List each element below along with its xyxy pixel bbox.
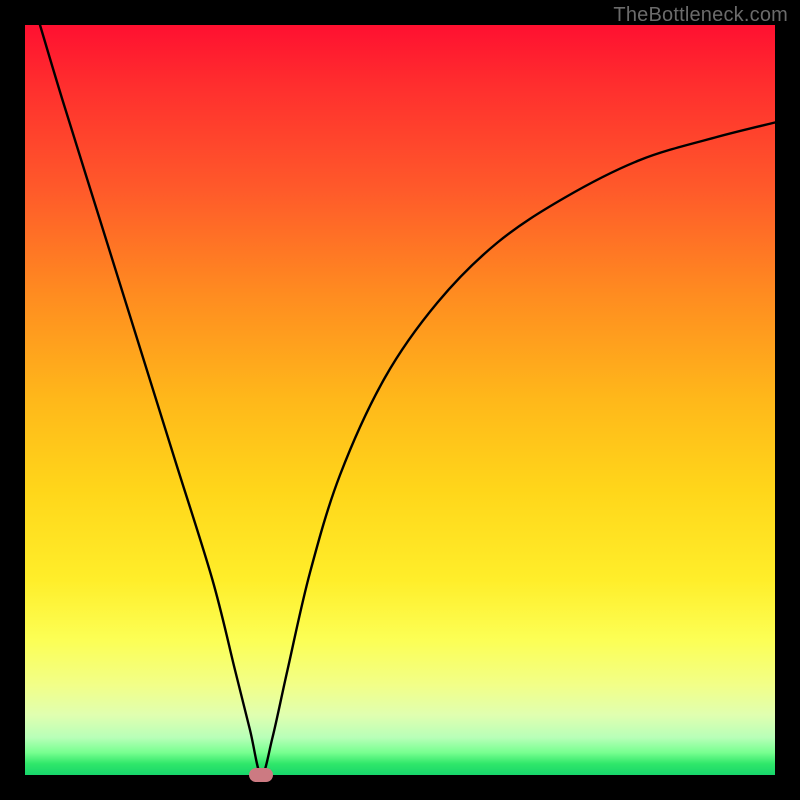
bottleneck-curve <box>25 25 775 775</box>
attribution-text: TheBottleneck.com <box>613 4 788 27</box>
plot-area <box>25 25 775 775</box>
minimum-marker <box>249 768 273 782</box>
chart-frame: TheBottleneck.com <box>0 0 800 800</box>
